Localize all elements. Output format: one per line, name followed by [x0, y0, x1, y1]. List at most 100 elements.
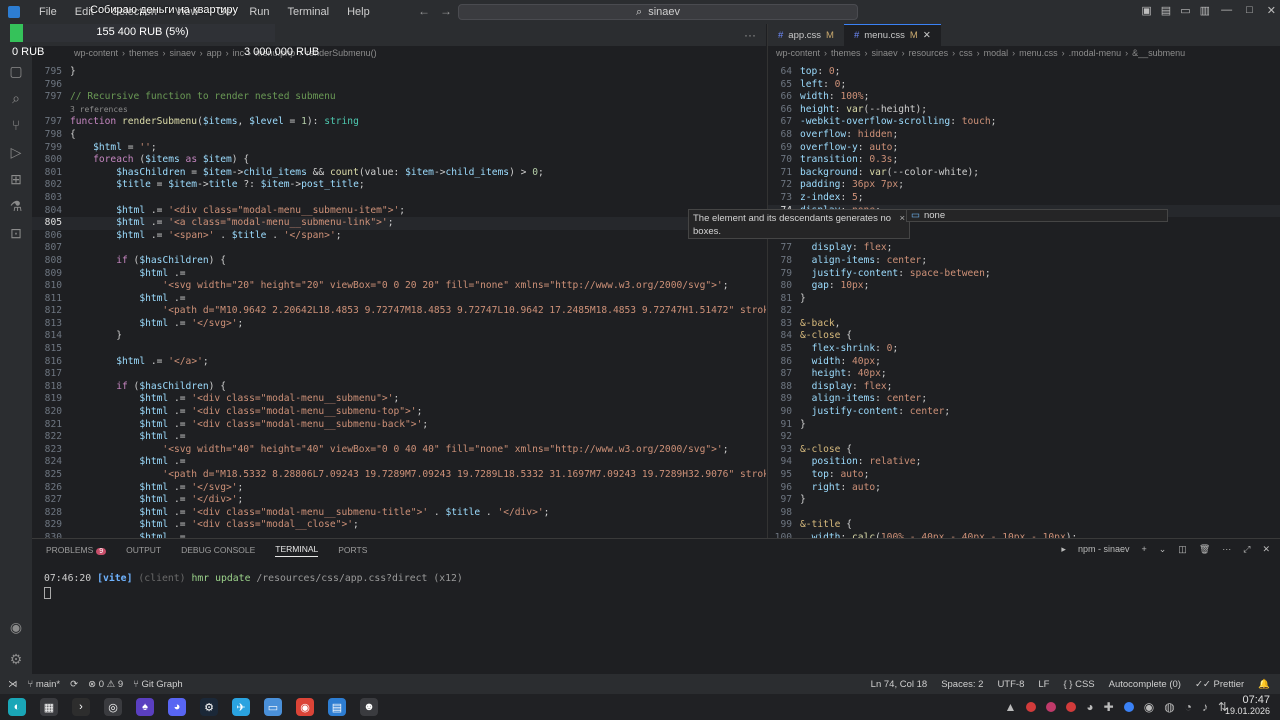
clock[interactable]: 07:47 19.01.2026: [1225, 695, 1270, 717]
code-line[interactable]: 827 $html .= '</div>';: [32, 494, 766, 507]
code-line[interactable]: 83 &-back,: [768, 318, 1280, 331]
back-arrow-icon[interactable]: ←: [418, 4, 430, 18]
code-line[interactable]: 798 {: [32, 129, 766, 142]
code-line[interactable]: 809 $html .=: [32, 268, 766, 281]
code-line[interactable]: 70 transition: 0.3s;: [768, 154, 1280, 167]
testing-icon[interactable]: ⚗: [7, 197, 25, 215]
tray-icon[interactable]: ▲: [1005, 700, 1017, 714]
code-line[interactable]: 803: [32, 192, 766, 205]
code-line[interactable]: 3 references: [32, 104, 766, 117]
tray-icon[interactable]: [1066, 702, 1077, 712]
explorer-icon[interactable]: ▢: [7, 62, 25, 80]
code-line[interactable]: 65 left: 0;: [768, 79, 1280, 92]
volume-icon[interactable]: ♪: [1202, 700, 1208, 714]
tab-menu-css[interactable]: # menu.css M ✕: [843, 24, 941, 46]
php-code-editor[interactable]: 795} 796 797// Recursive function to rende…: [32, 66, 766, 545]
code-line[interactable]: 822 $html .=: [32, 431, 766, 444]
tab-debug-console[interactable]: DEBUG CONSOLE: [181, 545, 255, 555]
vscode-icon[interactable]: ▤: [328, 698, 346, 716]
close-tab-icon[interactable]: ✕: [923, 30, 931, 41]
code-line[interactable]: 813 $html .= '</svg>';: [32, 318, 766, 331]
discord-icon[interactable]: ◕: [168, 698, 186, 716]
code-line[interactable]: 92: [768, 431, 1280, 444]
toggle-panel-icon[interactable]: ▭: [1180, 4, 1190, 17]
desktop-icon[interactable]: ▦: [40, 698, 58, 716]
trash-icon[interactable]: 🗑: [1199, 544, 1210, 555]
breadcrumb-item[interactable]: themes: [831, 48, 861, 62]
toggle-secondary-sidebar-icon[interactable]: ▥: [1200, 4, 1210, 17]
code-line[interactable]: 823 '<svg width="40" height="40" viewBox…: [32, 444, 766, 457]
code-line[interactable]: 808 if ($hasChildren) {: [32, 255, 766, 268]
code-line[interactable]: 66 height: var(--height);: [768, 104, 1280, 117]
minimize-icon[interactable]: —: [1221, 4, 1232, 17]
breadcrumb-item[interactable]: wp-content: [776, 48, 820, 62]
code-line[interactable]: 66 width: 100%;: [768, 91, 1280, 104]
branch-item[interactable]: ⑂ main*: [28, 679, 61, 690]
more-actions-icon[interactable]: ···: [1222, 544, 1231, 555]
code-line[interactable]: 797 // Recursive function to render neste…: [32, 91, 766, 104]
code-line[interactable]: 802 $title = $item->title ?: $item->post…: [32, 179, 766, 192]
code-line[interactable]: 89 align-items: center;: [768, 393, 1280, 406]
telegram-icon[interactable]: ✈: [232, 698, 250, 716]
code-line[interactable]: 806 $html .= '<span>' . $title . '</span…: [32, 230, 766, 243]
code-line[interactable]: 811 $html .=: [32, 293, 766, 306]
notifications-icon[interactable]: 🔔: [1258, 679, 1270, 690]
code-line[interactable]: 819 $html .= '<div class="modal-menu__su…: [32, 393, 766, 406]
breadcrumb-item[interactable]: sinaev: [872, 48, 898, 62]
code-line[interactable]: 67 -webkit-overflow-scrolling: touch;: [768, 116, 1280, 129]
add-terminal-icon[interactable]: +: [1141, 544, 1146, 555]
tab-problems[interactable]: PROBLEMS 9: [46, 545, 107, 555]
terminal-name[interactable]: npm - sinaev: [1078, 544, 1130, 555]
run-debug-icon[interactable]: ▷: [7, 143, 25, 161]
close-icon[interactable]: ✕: [1267, 4, 1276, 17]
code-line[interactable]: 817: [32, 368, 766, 381]
tray-icon[interactable]: [1046, 702, 1057, 712]
layout-icon[interactable]: ▣: [1141, 4, 1151, 17]
code-line[interactable]: 810 '<svg width="20" height="20" viewBox…: [32, 280, 766, 293]
breadcrumb-item[interactable]: resources: [909, 48, 949, 62]
code-line[interactable]: 86 width: 40px;: [768, 356, 1280, 369]
tray-icon[interactable]: ✚: [1104, 700, 1114, 714]
terminal-output[interactable]: 07:46:20 [vite] (client) hmr update /res…: [44, 573, 463, 599]
code-line[interactable]: 821 $html .= '<div class="modal-menu__su…: [32, 419, 766, 432]
tab-output[interactable]: OUTPUT: [126, 545, 161, 555]
code-line[interactable]: 71 background: var(--color-white);: [768, 167, 1280, 180]
encoding[interactable]: UTF-8: [997, 679, 1024, 690]
split-terminal-icon[interactable]: ◫: [1178, 544, 1187, 555]
code-line[interactable]: 94 position: relative;: [768, 456, 1280, 469]
app-icon[interactable]: ◎: [104, 698, 122, 716]
breadcrumb-item[interactable]: &__submenu: [1132, 48, 1185, 62]
code-line[interactable]: 91}: [768, 419, 1280, 432]
maximize-icon[interactable]: □: [1246, 4, 1253, 17]
suggest-item[interactable]: none: [924, 210, 945, 221]
close-icon[interactable]: ✕: [1262, 544, 1270, 555]
code-line[interactable]: 814 }: [32, 330, 766, 343]
breadcrumb-item[interactable]: menu.css: [1019, 48, 1058, 62]
tray-icon[interactable]: ◍: [1164, 700, 1174, 714]
code-line[interactable]: 90 justify-content: center;: [768, 406, 1280, 419]
code-line[interactable]: 69 overflow-y: auto;: [768, 142, 1280, 155]
tab-app-css[interactable]: # app.css M: [768, 24, 844, 46]
language-mode[interactable]: { } CSS: [1063, 679, 1094, 690]
code-line[interactable]: 93 &-close {: [768, 444, 1280, 457]
code-line[interactable]: 815: [32, 343, 766, 356]
account-icon[interactable]: ◉: [7, 618, 25, 636]
app-icon[interactable]: ☻: [360, 698, 378, 716]
code-line[interactable]: 801 $hasChildren = $item->child_items &&…: [32, 167, 766, 180]
code-line[interactable]: 84 &-close {: [768, 330, 1280, 343]
code-line[interactable]: 799 $html = '';: [32, 142, 766, 155]
code-line[interactable]: 99 &-title {: [768, 519, 1280, 532]
search-icon[interactable]: ⌕: [7, 89, 25, 107]
menu-terminal[interactable]: Terminal: [279, 6, 339, 18]
launcher-icon[interactable]: ◐: [8, 698, 26, 716]
code-line[interactable]: 818 if ($hasChildren) {: [32, 381, 766, 394]
code-line[interactable]: 98: [768, 507, 1280, 520]
code-line[interactable]: 96 right: auto;: [768, 482, 1280, 495]
more-actions-icon[interactable]: ···: [744, 28, 756, 42]
forward-arrow-icon[interactable]: →: [440, 4, 452, 18]
terminal-app-icon[interactable]: ›: [72, 698, 90, 716]
prettier-item[interactable]: ✓✓ Prettier: [1195, 679, 1244, 690]
sync-icon[interactable]: ⟳: [70, 679, 78, 690]
code-line[interactable]: 807: [32, 242, 766, 255]
menu-help[interactable]: Help: [338, 6, 379, 18]
